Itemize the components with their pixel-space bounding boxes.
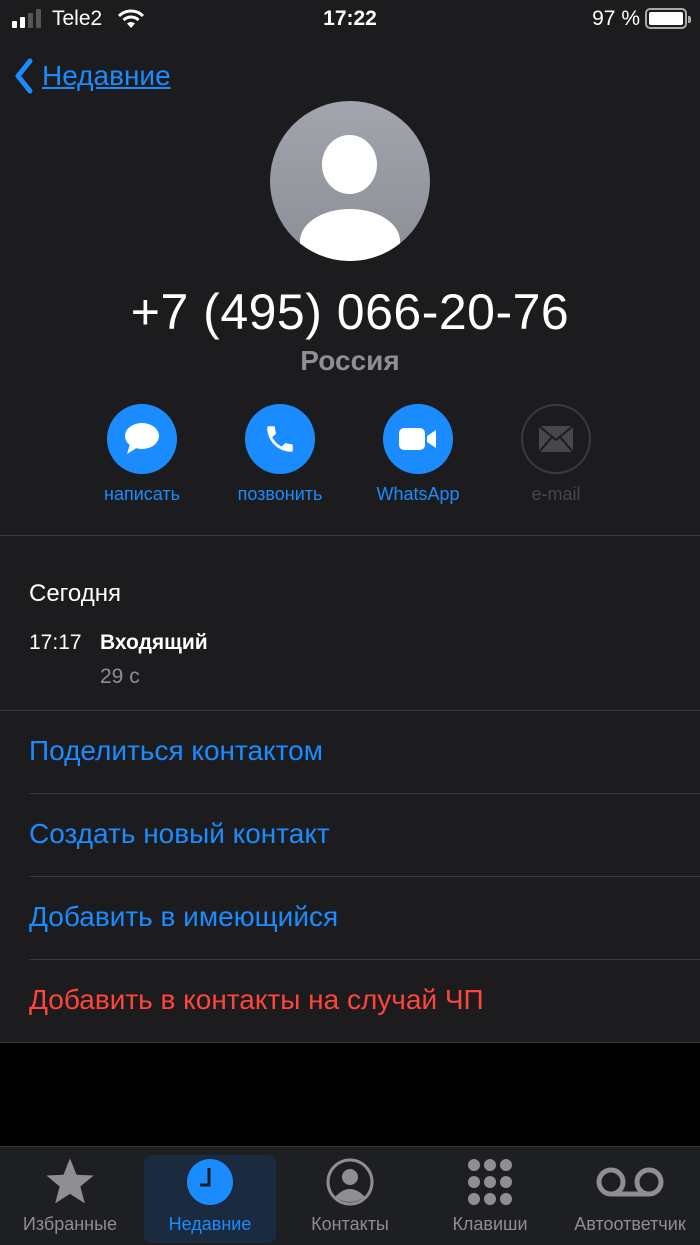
contact-icon: [326, 1158, 374, 1206]
call-button[interactable]: позвонить: [220, 404, 340, 505]
tab-label: Клавиши: [452, 1214, 528, 1234]
share-contact-button[interactable]: Поделиться контактом: [29, 735, 323, 767]
battery-percent: 97 %: [592, 7, 640, 30]
chevron-left-icon: [15, 58, 33, 94]
avatar: [270, 101, 430, 261]
divider: [29, 959, 700, 960]
contact-phone-number: +7 (495) 066-20-76: [130, 284, 570, 340]
whatsapp-video-button[interactable]: WhatsApp: [358, 404, 478, 505]
voicemail-icon: [596, 1167, 664, 1197]
message-button[interactable]: написать: [82, 404, 202, 505]
history-day: Сегодня: [29, 580, 121, 607]
tab-label: Автоответчик: [574, 1214, 686, 1234]
email-button[interactable]: e-mail: [496, 404, 616, 505]
tab-recents[interactable]: Недавние: [144, 1155, 276, 1243]
battery-icon: [645, 8, 691, 29]
mail-icon: [538, 425, 574, 453]
video-icon: [399, 428, 436, 450]
tab-contacts[interactable]: Контакты: [284, 1155, 416, 1243]
contact-country: Россия: [300, 345, 400, 376]
email-label: e-mail: [531, 484, 581, 504]
back-button[interactable]: Недавние: [14, 58, 171, 94]
add-to-existing-button[interactable]: Добавить в имеющийся: [29, 901, 338, 933]
add-emergency-contact-button[interactable]: Добавить в контакты на случай ЧП: [29, 984, 484, 1016]
tab-label: Контакты: [311, 1214, 389, 1234]
call-duration: 29 с: [100, 665, 140, 688]
tab-label: Избранные: [22, 1214, 118, 1234]
call-label: позвонить: [237, 484, 323, 504]
tab-label: Недавние: [168, 1214, 252, 1234]
divider: [29, 793, 700, 794]
star-icon: [46, 1158, 94, 1204]
message-label: написать: [104, 484, 180, 504]
tab-favorites[interactable]: Избранные: [4, 1155, 136, 1243]
divider: [29, 876, 700, 877]
status-bar: Tele2 17:22 97 %: [0, 0, 700, 40]
back-label: Недавние: [42, 60, 171, 91]
contact-header: Tele2 17:22 97 % Недавние +7 (495) 066-2…: [0, 0, 700, 535]
tab-voicemail[interactable]: Автоответчик: [564, 1155, 696, 1243]
keypad-icon: [468, 1159, 512, 1205]
tab-bar: Избранные Недавние Контакты Клавиши Авто…: [0, 1146, 700, 1245]
message-icon: [125, 423, 159, 454]
divider: [0, 1042, 700, 1043]
tab-keypad[interactable]: Клавиши: [424, 1155, 556, 1243]
call-type: Входящий: [100, 631, 208, 654]
clock-icon: [187, 1159, 233, 1205]
create-new-contact-button[interactable]: Создать новый контакт: [29, 818, 330, 850]
whatsapp-label: WhatsApp: [376, 484, 460, 504]
phone-icon: [267, 426, 293, 452]
call-time: 17:17: [29, 631, 82, 654]
